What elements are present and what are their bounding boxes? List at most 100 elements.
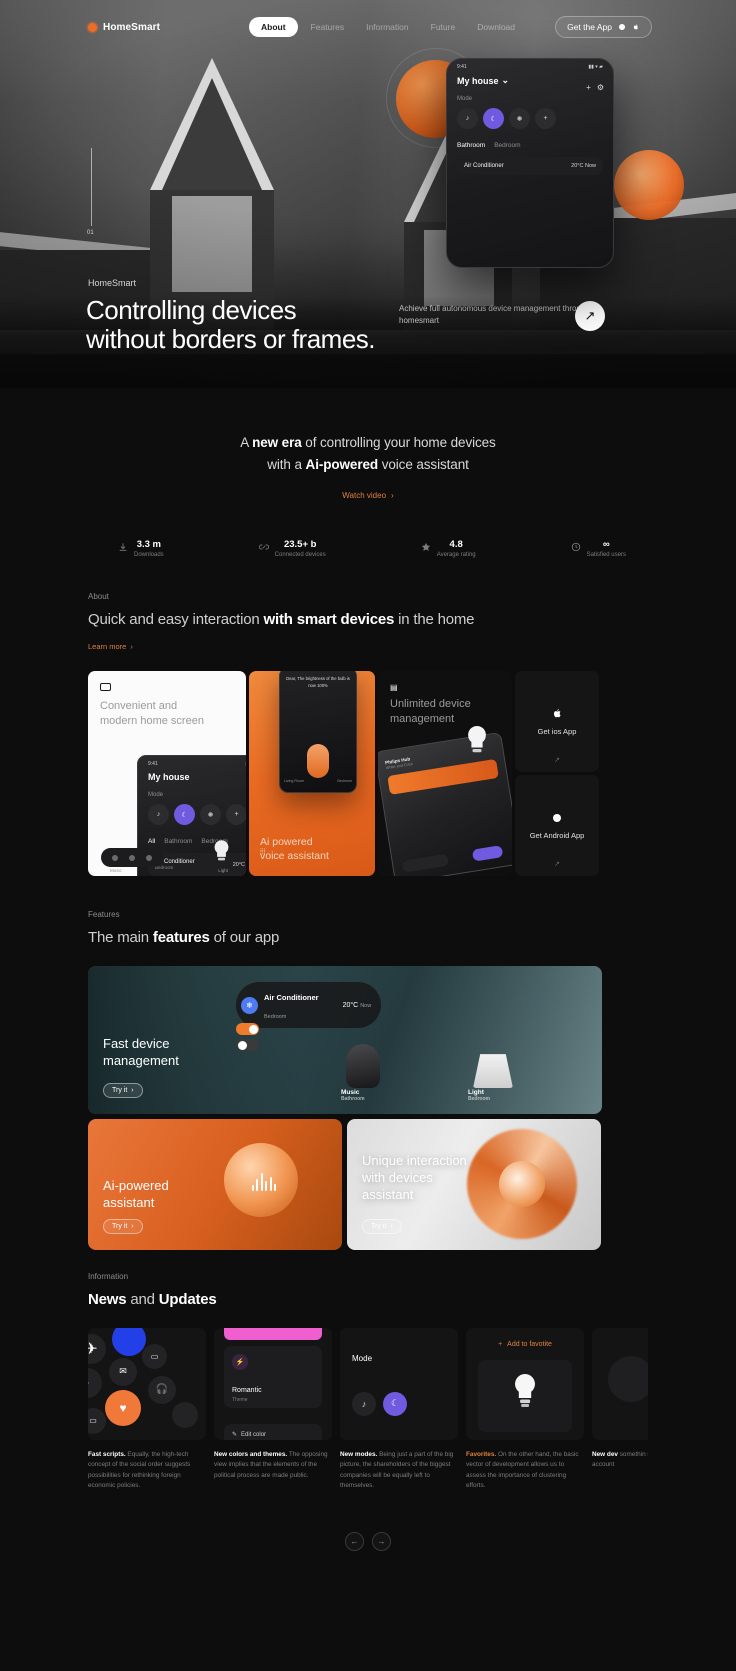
ai-phone-mock: Dear, The brightness of the bulb is now … <box>279 671 357 794</box>
nav-item-about[interactable]: About <box>249 17 298 37</box>
phone-status-bar: 9:41 ▮▮ ▾ ▰ <box>447 59 613 70</box>
hero-arrow-button[interactable]: ↗ <box>575 301 605 331</box>
mock-chip-music[interactable]: ♪ <box>148 804 169 826</box>
add-to-favorite-label: Add to favotite <box>507 1340 552 1348</box>
about-eyebrow: About <box>88 591 109 601</box>
snowflake-icon: ❄ <box>241 996 258 1014</box>
hub-chip-a[interactable] <box>401 854 450 874</box>
ai-chip-left: Living Room <box>284 779 304 784</box>
stats-row: 3.3 m Downloads 23.5+ b Connected device… <box>0 539 736 558</box>
waveform-icon <box>251 1171 276 1192</box>
apple-icon <box>633 24 638 30</box>
device-room: Bedroom <box>468 1096 490 1103</box>
feature-title: Unique interaction with devices assistan… <box>362 1153 467 1204</box>
brand-logo[interactable]: HomeSmart <box>88 22 160 33</box>
learn-more-link[interactable]: Learn more › <box>88 642 133 651</box>
phone-chip-night[interactable]: ☾ <box>483 108 504 129</box>
air-conditioner-chip[interactable]: ❄ Air Conditioner Bedroom 20°C Now <box>236 982 382 1029</box>
about-cards: Convenient and modern home screen 9:41 ▮ … <box>88 671 648 877</box>
card-convenient-home-screen[interactable]: Convenient and modern home screen 9:41 ▮ … <box>88 671 246 877</box>
phone-device-card[interactable]: Air Conditioner 20°C Now <box>457 157 603 175</box>
try-it-label: Try it <box>112 1223 128 1231</box>
era-line2-a: with a <box>267 456 306 472</box>
mock-tab-all[interactable]: All <box>148 838 155 845</box>
mock-chip-snow[interactable]: ❅ <box>200 804 221 826</box>
hub-chip-smart[interactable] <box>471 845 504 863</box>
try-it-button[interactable]: Try it › <box>103 1083 143 1099</box>
news-visual-favorite-card: + Add to favotite <box>466 1327 584 1440</box>
carousel-next-button[interactable]: → <box>372 1531 391 1551</box>
try-it-button[interactable]: Try it › <box>362 1219 402 1235</box>
mode-label: Mode <box>352 1353 373 1363</box>
card-ai-voice-assistant[interactable]: Dear, The brightness of the bulb is now … <box>249 671 375 877</box>
news-section: Information News and Updates ✈ ✉ ▭ ♪ ♥ 🎧… <box>0 1272 736 1571</box>
stat-average-rating: 4.8 Average rating <box>421 539 476 558</box>
get-android-app-card[interactable]: Get Android App ↗ <box>515 775 599 877</box>
era-line1-b: new era <box>252 435 302 450</box>
phone-room-tab-bedroom[interactable]: Bedroom <box>494 142 520 149</box>
phone-chip-temp[interactable]: ❅ <box>509 108 530 129</box>
stat-value: ∞ <box>602 538 610 550</box>
card-title: Convenient and modern home screen <box>100 699 230 729</box>
stat-label: Downloads <box>134 551 164 558</box>
news-card-text: New dev somethin sciences level, ma acco… <box>592 1450 648 1471</box>
nav-item-information[interactable]: Information <box>357 17 418 37</box>
news-card-text: New colors and themes. The opposing view… <box>214 1450 332 1481</box>
toggle-off[interactable] <box>236 1039 259 1052</box>
news-card-favorites[interactable]: + Add to favotite Favorites. On the othe… <box>466 1327 584 1492</box>
phone-chip-music[interactable]: ♪ <box>457 108 478 129</box>
carousel-controls: ← → <box>88 1531 648 1551</box>
news-card-fast-scripts[interactable]: ✈ ✉ ▭ ♪ ♥ 🎧 ▭ Fast scripts. Equally, the… <box>88 1327 206 1492</box>
mock-chip-add[interactable]: + <box>226 804 246 826</box>
watch-video-link[interactable]: Watch video › <box>342 491 393 500</box>
mock-tab-bathroom[interactable]: Bathroom <box>164 838 192 845</box>
card-title-bold: Convenient and <box>100 700 178 713</box>
hero-index-line <box>91 148 92 226</box>
get-ios-app-card[interactable]: Get ios App ↗ <box>515 671 599 773</box>
phone-room-tab-bathroom[interactable]: Bathroom <box>457 142 485 149</box>
feature-ai-powered-assistant[interactable]: Ai-powered assistant Try it › <box>88 1119 342 1251</box>
feature-unique-interaction[interactable]: Unique interaction with devices assistan… <box>347 1119 601 1251</box>
nav-item-future[interactable]: Future <box>422 17 465 37</box>
ai-phone-text: Dear, The brightness of the bulb is now … <box>286 676 350 688</box>
mock-house-title: My house <box>148 772 190 783</box>
about-title-b: with smart devices <box>263 610 395 628</box>
news-carousel[interactable]: ✈ ✉ ▭ ♪ ♥ 🎧 ▭ Fast scripts. Equally, the… <box>88 1327 648 1518</box>
stat-downloads: 3.3 m Downloads <box>118 539 164 558</box>
feature-fast-device-management[interactable]: ❄ Air Conditioner Bedroom 20°C Now Music… <box>88 966 602 1115</box>
news-card-new-devices[interactable]: New dev somethin sciences level, ma acco… <box>592 1327 648 1492</box>
stat-value: 3.3 m <box>136 538 161 550</box>
news-card-new-modes[interactable]: Mode ♪ ☾ New modes. Being just a part of… <box>340 1327 458 1492</box>
brand-dot-icon <box>88 22 97 32</box>
music-dock-control[interactable] <box>101 848 163 868</box>
feature-title-line1: Fast device <box>103 1036 170 1052</box>
card-unlimited-device-management[interactable]: ▤ Unlimited device management Philips Hu… <box>378 671 512 877</box>
gear-icon[interactable]: ⚙ <box>597 83 604 92</box>
music-icon: ♪ <box>88 1367 102 1398</box>
toggle-on[interactable] <box>236 1023 259 1036</box>
feature-title-line1: Unique interaction <box>362 1153 467 1169</box>
mode-music-icon[interactable]: ♪ <box>352 1391 376 1416</box>
theme-accent-bar <box>224 1327 322 1340</box>
try-it-button[interactable]: Try it › <box>103 1219 143 1235</box>
edit-color-button[interactable]: ✎ Edit color <box>224 1423 322 1440</box>
plus-icon[interactable]: + <box>586 83 591 92</box>
nav-item-download[interactable]: Download <box>468 17 524 37</box>
mock-device-temp: 20°C <box>232 861 245 868</box>
watch-video-label: Watch video <box>342 490 387 500</box>
add-to-favorite-button[interactable]: + Add to favotite <box>466 1341 584 1348</box>
mock-mode-label: Mode <box>148 792 164 799</box>
nav-item-features[interactable]: Features <box>302 17 354 37</box>
stat-connected-devices: 23.5+ b Connected devices <box>258 539 326 558</box>
phone-chip-add[interactable]: + <box>535 108 556 129</box>
features-grid: ❄ Air Conditioner Bedroom 20°C Now Music… <box>88 966 648 1251</box>
get-the-app-button[interactable]: Get the App <box>555 16 652 38</box>
news-title-a: News <box>88 1291 127 1309</box>
theme-card: ⚡ Romantic Theme <box>224 1345 322 1408</box>
mock-chip-night[interactable]: ☾ <box>174 804 195 826</box>
news-card-colors-themes[interactable]: ⚡ Romantic Theme ✎ Edit color New colors… <box>214 1327 332 1492</box>
carousel-prev-button[interactable]: ← <box>345 1531 364 1551</box>
light-bulb-icon <box>214 840 229 861</box>
feature-device-light: Light Bedroom <box>468 1089 490 1102</box>
mode-night-icon[interactable]: ☾ <box>383 1391 407 1416</box>
